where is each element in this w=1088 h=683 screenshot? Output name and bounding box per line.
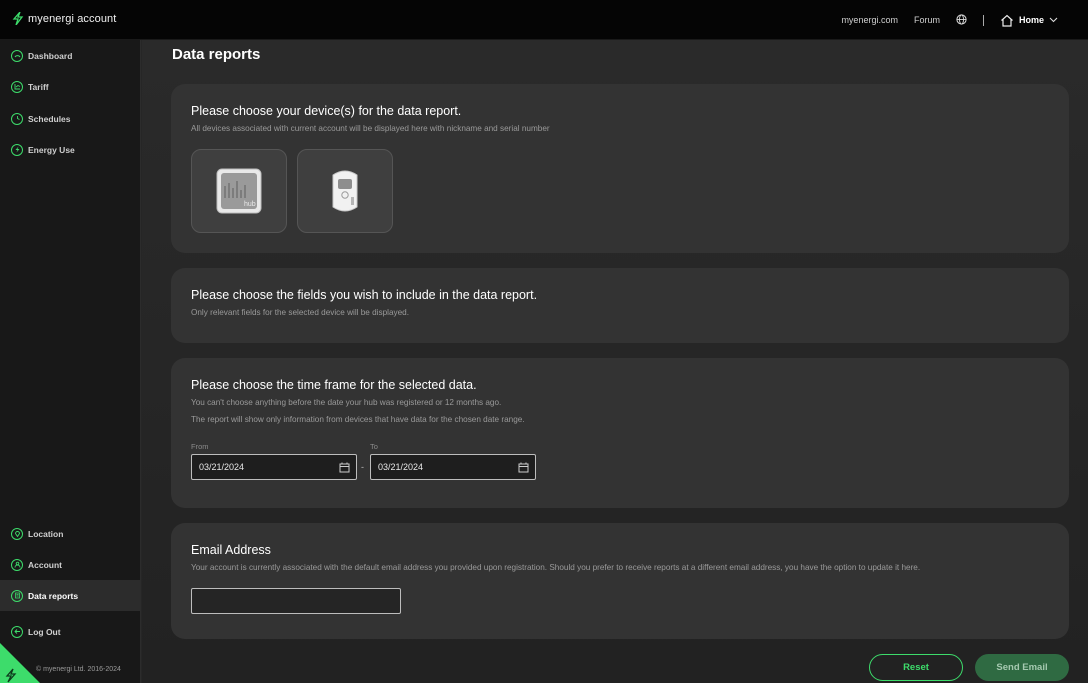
sidebar-item-tariff[interactable]: Tariff [0, 71, 140, 102]
bolt-icon [11, 143, 23, 156]
sidebar-item-label: Location [28, 528, 64, 539]
data-reports-icon [11, 589, 23, 602]
sidebar-item-location[interactable]: Location [0, 518, 140, 549]
forum-link[interactable]: Forum [914, 15, 940, 25]
from-date-input[interactable]: 03/21/2024 [191, 454, 357, 480]
clock-icon [11, 112, 23, 125]
main-content: Data reports Please choose your device(s… [142, 40, 1088, 683]
devices-heading: Please choose your device(s) for the dat… [191, 104, 462, 118]
timeframe-subtext-2: The report will show only information fr… [191, 415, 525, 424]
page-title: Data reports [172, 46, 261, 63]
sidebar-item-label: Tariff [28, 81, 49, 92]
sidebar-item-label: Account [28, 559, 62, 570]
sidebar: Dashboard Tariff Schedules Energy Use Lo… [0, 40, 141, 683]
calendar-icon[interactable] [518, 462, 529, 473]
top-links: myenergi.com Forum Home [825, 0, 1058, 40]
timeframe-card: Please choose the time frame for the sel… [171, 358, 1069, 508]
svg-text:hub: hub [244, 201, 256, 208]
logout-icon [11, 625, 23, 638]
house-icon [1001, 14, 1013, 27]
timeframe-heading: Please choose the time frame for the sel… [191, 378, 477, 392]
myenergi-link[interactable]: myenergi.com [841, 15, 898, 25]
email-heading: Email Address [191, 543, 271, 557]
timeframe-subtext-1: You can't choose anything before the dat… [191, 398, 502, 407]
sidebar-item-label: Data reports [28, 590, 79, 601]
sidebar-item-label: Energy Use [28, 144, 75, 155]
chevron-down-icon [1049, 17, 1058, 23]
myenergi-logo-icon [12, 12, 24, 25]
email-card: Email Address Your account is currently … [171, 523, 1069, 639]
email-input[interactable] [191, 588, 401, 614]
copyright-text: © myenergi Ltd. 2016-2024 [36, 666, 121, 673]
eddi-device-icon [332, 170, 358, 212]
tariff-icon [11, 80, 23, 93]
device-hub[interactable]: hub [191, 149, 287, 233]
top-bar: myenergi account myenergi.com Forum Home [0, 0, 1088, 40]
home-label: Home [1018, 15, 1044, 25]
from-label: From [191, 442, 209, 451]
dashboard-icon [11, 49, 23, 62]
reset-button[interactable]: Reset [869, 654, 963, 681]
to-label: To [370, 442, 378, 451]
device-eddi[interactable] [297, 149, 393, 233]
devices-card: Please choose your device(s) for the dat… [171, 84, 1069, 253]
brand-logo[interactable]: myenergi account [12, 12, 116, 25]
divider [982, 14, 984, 26]
sidebar-item-label: Log Out [28, 626, 61, 637]
from-date-value: 03/21/2024 [199, 462, 245, 472]
account-icon [11, 558, 23, 571]
devices-subtext: All devices associated with current acco… [191, 124, 550, 133]
sidebar-item-account[interactable]: Account [0, 549, 140, 580]
fields-subtext: Only relevant fields for the selected de… [191, 308, 409, 317]
sidebar-item-label: Schedules [28, 113, 71, 124]
sidebar-item-energy-use[interactable]: Energy Use [0, 134, 140, 165]
email-subtext: Your account is currently associated wit… [191, 563, 921, 572]
globe-icon[interactable] [956, 13, 967, 27]
to-date-input[interactable]: 03/21/2024 [370, 454, 536, 480]
corner-logo-icon [0, 643, 40, 683]
calendar-icon[interactable] [339, 462, 350, 473]
send-email-button[interactable]: Send Email [975, 654, 1069, 681]
sidebar-item-label: Dashboard [28, 50, 73, 61]
sidebar-item-data-reports[interactable]: Data reports [0, 580, 140, 611]
sidebar-item-dashboard[interactable]: Dashboard [0, 40, 140, 71]
sidebar-item-schedules[interactable]: Schedules [0, 103, 140, 134]
date-separator: - [361, 462, 364, 472]
location-icon [11, 527, 23, 540]
home-menu[interactable]: Home [1000, 14, 1058, 27]
fields-card: Please choose the fields you wish to inc… [171, 268, 1069, 343]
to-date-value: 03/21/2024 [378, 462, 424, 472]
hub-device-icon: hub [216, 168, 262, 214]
brand-name: myenergi account [28, 12, 117, 25]
fields-heading: Please choose the fields you wish to inc… [191, 288, 538, 302]
